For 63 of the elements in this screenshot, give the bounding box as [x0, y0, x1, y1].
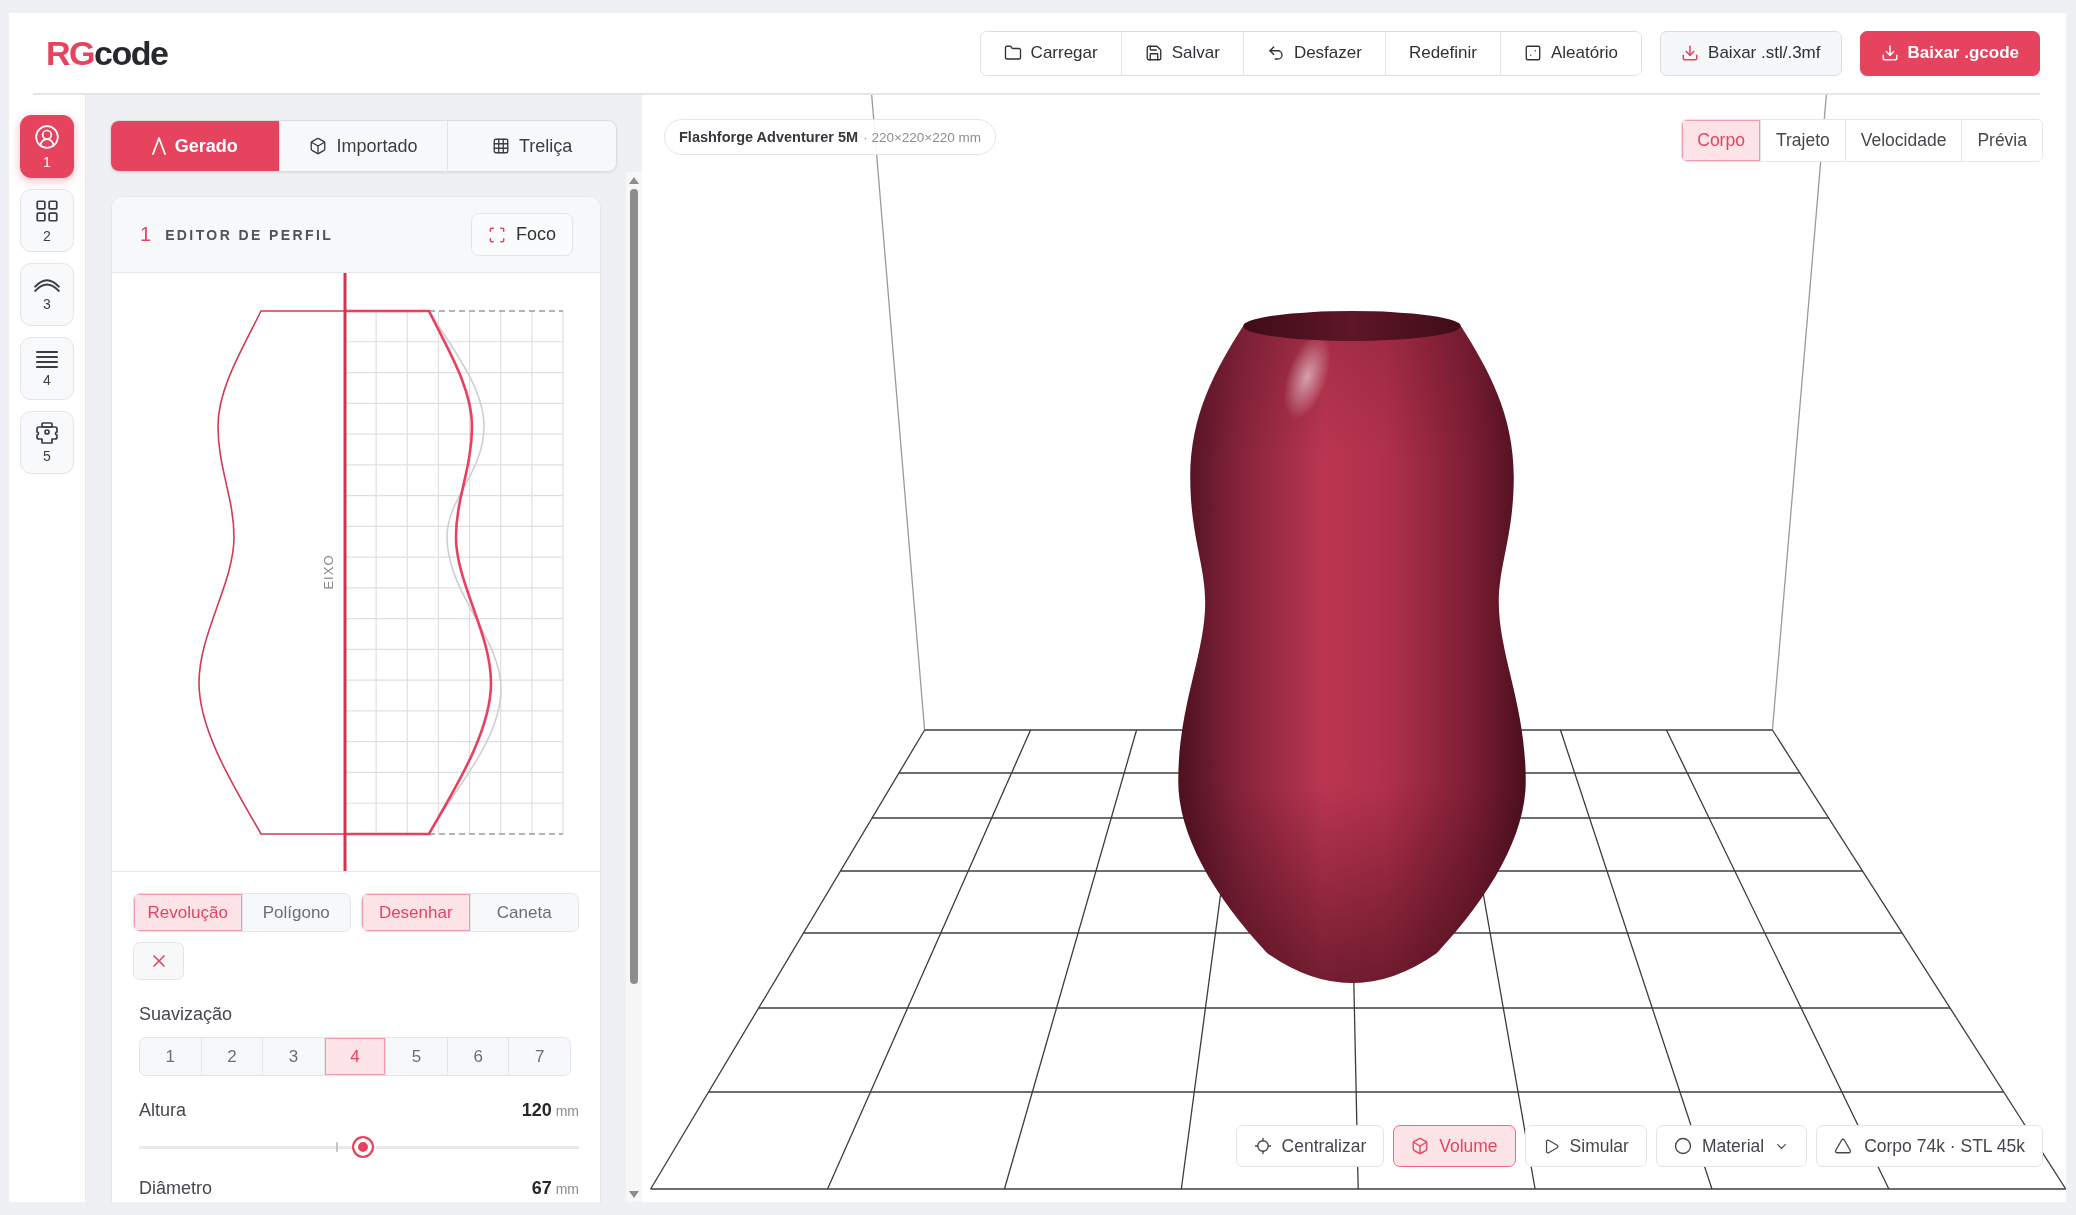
profile-curve[interactable] [345, 309, 493, 836]
toolbar-button[interactable]: Simular [1524, 1125, 1647, 1167]
source-tab[interactable]: Gerado [111, 121, 279, 171]
slider-value: 120 mm [521, 1099, 579, 1122]
save-icon [1144, 44, 1163, 62]
download-button[interactable]: Baixar .gcode [1859, 30, 2040, 76]
undo-icon [1266, 44, 1285, 62]
slider-thumb[interactable] [352, 1136, 375, 1158]
mode-option[interactable]: Polígono [241, 894, 350, 931]
random-button[interactable]: Aleatório [1499, 31, 1642, 75]
grid-icon [492, 137, 510, 155]
dropdown-button[interactable]: Material [1655, 1125, 1808, 1167]
smoothing-option[interactable]: 6 [446, 1038, 509, 1075]
scroll-up-icon [629, 177, 639, 184]
step-number: 1 [140, 223, 152, 246]
stats-badge: Corpo 74k · STL 45k [1816, 1125, 2043, 1167]
smoothing-label: Suavização [139, 1003, 234, 1025]
reference-tick [336, 1142, 339, 1152]
smoothing-option[interactable]: 2 [200, 1038, 263, 1075]
smoothing-option[interactable]: 7 [508, 1038, 570, 1075]
printer-name: Flashforge Adventurer 5M [679, 129, 859, 145]
slider-label: Altura [139, 1099, 187, 1121]
step-button[interactable]: 4 [20, 337, 74, 400]
arcs-icon [34, 277, 60, 292]
download-icon [1681, 44, 1700, 62]
source-tab[interactable]: Treliça [447, 121, 616, 171]
download-icon [1880, 44, 1899, 62]
user-circle-icon [34, 123, 60, 150]
scrollbar[interactable] [626, 172, 642, 1202]
printer-icon [35, 421, 59, 444]
cube-icon [309, 137, 328, 155]
caret-up-icon [151, 137, 166, 155]
smoothing-option[interactable]: 5 [385, 1038, 447, 1075]
source-tab[interactable]: Importado [278, 121, 448, 171]
lines-icon [36, 349, 58, 368]
scrollbar-thumb[interactable] [630, 189, 638, 984]
printer-spec: · 220×220×220 mm [863, 129, 981, 145]
step-button[interactable]: 1 [20, 115, 74, 178]
smoothing-option[interactable]: 3 [262, 1038, 324, 1075]
scroll-down-icon [629, 1191, 639, 1198]
mode-option[interactable]: Caneta [469, 894, 578, 931]
step-button[interactable]: 3 [20, 263, 74, 326]
corners-icon [487, 225, 506, 244]
slider-value: 67 mm [531, 1177, 579, 1200]
logo: RGcode [46, 36, 168, 70]
card-title: EDITOR DE PERFIL [165, 226, 334, 243]
smoothing-option[interactable]: 1 [140, 1038, 201, 1075]
toolbar-button[interactable]: Centralizar [1235, 1125, 1385, 1167]
crosshair-icon [1253, 1137, 1272, 1155]
slider-label: Diâmetro [139, 1177, 213, 1199]
focus-button[interactable]: Foco [470, 213, 573, 256]
step-button[interactable]: 5 [20, 411, 74, 474]
dice-icon [1523, 44, 1542, 62]
step-button[interactable]: 2 [20, 189, 74, 252]
folder-icon [1003, 44, 1022, 62]
circle-icon [1673, 1137, 1692, 1155]
axis-label: EIXO [320, 554, 336, 590]
grid-icon [34, 197, 60, 224]
triangle-icon [1834, 1137, 1853, 1155]
clear-button[interactable] [133, 942, 184, 980]
download-button[interactable]: Baixar .stl/.3mf [1660, 30, 1842, 76]
view-tab[interactable]: Prévia [1961, 120, 2042, 161]
cube-icon [1411, 1137, 1430, 1155]
